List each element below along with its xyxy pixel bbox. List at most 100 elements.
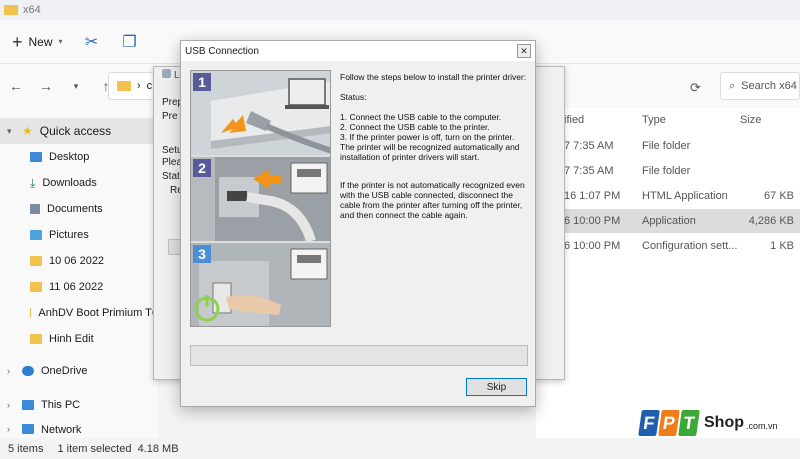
row-type: File folder xyxy=(642,165,691,177)
new-button[interactable]: + New ▾ xyxy=(12,33,63,51)
back-arrow-icon[interactable]: ← xyxy=(8,78,24,94)
column-header-type[interactable]: Type xyxy=(642,114,666,126)
fallback-text: If the printer is not automatically reco… xyxy=(340,180,525,220)
chevron-right-icon: › xyxy=(7,424,10,434)
sidebar-item-network[interactable]: › Network xyxy=(0,424,158,438)
history-chevron-icon[interactable]: ▾ xyxy=(68,81,84,92)
folder-icon xyxy=(30,334,42,344)
sidebar-item-onedrive[interactable]: › OneDrive xyxy=(0,358,158,384)
sidebar-item-pictures[interactable]: Pictures xyxy=(0,222,158,248)
table-row-selected[interactable]: 6 10:00 PM Application 4,286 KB xyxy=(536,209,800,233)
step-number-badge: 3 xyxy=(193,245,211,263)
step-2-panel: 2 xyxy=(191,157,330,241)
logo-domain-text: .com.vn xyxy=(746,421,778,431)
instructions-text: Follow the steps below to install the pr… xyxy=(340,72,530,230)
plus-icon: + xyxy=(12,31,23,52)
folder-icon xyxy=(4,5,18,15)
progress-bar xyxy=(190,345,528,366)
installer-line: Pre xyxy=(162,111,178,122)
picture-icon xyxy=(30,230,42,240)
fpt-shop-logo: F P T Shop .com.vn xyxy=(638,410,778,436)
chevron-right-icon: › xyxy=(7,366,10,376)
setup-illustration: 1 2 3 xyxy=(190,70,331,327)
sidebar-item-label: Quick access xyxy=(39,124,112,138)
sidebar-item-hinh-edit[interactable]: Hinh Edit xyxy=(0,326,158,352)
row-date: 7 7:35 AM xyxy=(564,165,614,177)
sidebar-item-label: 10 06 2022 xyxy=(49,255,105,267)
column-header-modified[interactable]: ified xyxy=(564,114,584,126)
status-bar: 5 items 1 item selected 4.18 MB xyxy=(0,438,800,459)
sidebar-item-label: Hinh Edit xyxy=(49,333,94,345)
sidebar-item-label: Pictures xyxy=(49,229,89,241)
logo-letter: P xyxy=(658,410,680,436)
chevron-down-icon: ▾ xyxy=(7,125,12,136)
row-type: Configuration sett... xyxy=(642,240,738,252)
table-row[interactable]: 7 7:35 AM File folder xyxy=(536,134,800,158)
row-size: 1 KB xyxy=(770,240,794,252)
star-icon: ★ xyxy=(22,124,33,138)
sidebar-item-label: AnhDV Boot Primium T6 xyxy=(38,307,158,319)
search-input[interactable]: ⌕ Search x64 xyxy=(720,72,800,100)
table-row[interactable]: 6 10:00 PM Configuration sett... 1 KB xyxy=(536,234,800,258)
window-titlebar: x64 xyxy=(0,0,800,20)
window-title: x64 xyxy=(23,4,41,16)
step-3-panel: 3 xyxy=(191,243,330,326)
cut-icon[interactable]: ✂ xyxy=(83,33,101,51)
installer-title: Li xyxy=(162,69,182,81)
sidebar-item-label: Downloads xyxy=(42,177,97,189)
row-type: HTML Application xyxy=(642,190,728,202)
intro-text: Follow the steps below to install the pr… xyxy=(340,72,527,82)
sidebar-item-folder-10-06-2022[interactable]: 10 06 2022 xyxy=(0,248,158,274)
status-label: Status: xyxy=(340,92,367,102)
sidebar-item-desktop[interactable]: Desktop xyxy=(0,144,158,170)
forward-arrow-icon[interactable]: → xyxy=(38,78,54,94)
navigation-pane: ▾ ★ Quick access Desktop ⤓ Downloads Doc… xyxy=(0,108,158,438)
sidebar-item-this-pc[interactable]: › This PC xyxy=(0,392,158,418)
refresh-icon[interactable]: ⟳ xyxy=(690,80,701,96)
row-type: Application xyxy=(642,215,696,227)
breadcrumb: c xyxy=(146,80,153,92)
table-row[interactable]: 16 1:07 PM HTML Application 67 KB xyxy=(536,184,800,208)
step-2-text: 2. Connect the USB cable to the printer. xyxy=(340,122,490,132)
skip-button[interactable]: Skip xyxy=(466,378,527,396)
sidebar-item-quick-access[interactable]: ▾ ★ Quick access xyxy=(0,118,158,144)
steps-block: 1. Connect the USB cable to the computer… xyxy=(340,112,530,162)
sidebar-item-label: 11 06 2022 xyxy=(49,281,104,293)
installer-line: Plea xyxy=(162,157,183,168)
step-number-badge: 1 xyxy=(193,73,211,91)
file-list: ified Type Size 7 7:35 AM File folder 7 … xyxy=(536,108,800,438)
document-icon xyxy=(30,204,40,214)
sidebar-item-documents[interactable]: Documents xyxy=(0,196,158,222)
row-date: 6 10:00 PM xyxy=(564,215,621,227)
sidebar-item-label: OneDrive xyxy=(41,365,88,377)
sidebar-item-downloads[interactable]: ⤓ Downloads xyxy=(0,170,158,196)
folder-icon xyxy=(30,308,32,318)
close-icon[interactable]: ✕ xyxy=(517,44,531,58)
step-1-panel: 1 xyxy=(191,71,330,155)
folder-icon xyxy=(117,81,131,91)
chevron-right-icon: › xyxy=(7,400,10,410)
fpt-letters: F P T xyxy=(638,410,700,436)
cloud-icon xyxy=(22,366,34,376)
network-icon xyxy=(22,424,34,434)
power-on-illustration xyxy=(191,243,330,326)
download-icon: ⤓ xyxy=(30,175,36,190)
sidebar-item-label: Network xyxy=(41,424,82,436)
sidebar-item-folder-11-06-2022[interactable]: 11 06 2022 xyxy=(0,274,158,300)
row-type: File folder xyxy=(642,140,691,152)
breadcrumb-separator: › xyxy=(137,80,141,92)
sidebar-item-anhdv-boot[interactable]: AnhDV Boot Primium T6 xyxy=(0,300,158,326)
search-placeholder: Search x64 xyxy=(741,80,797,92)
copy-icon[interactable]: ❐ xyxy=(121,33,139,51)
logo-shop-text: Shop xyxy=(704,414,744,431)
auto-recognize-text: The printer will be recognized automatic… xyxy=(340,142,520,162)
installer-app-icon xyxy=(162,69,171,78)
computer-icon xyxy=(22,400,34,410)
folder-icon xyxy=(30,256,42,266)
row-size: 67 KB xyxy=(764,190,794,202)
table-row[interactable]: 7 7:35 AM File folder xyxy=(536,159,800,183)
step-1-text: 1. Connect the USB cable to the computer… xyxy=(340,112,502,122)
column-header-size[interactable]: Size xyxy=(740,114,761,126)
row-date: 6 10:00 PM xyxy=(564,240,621,252)
selection-info: 1 item selected 4.18 MB xyxy=(57,442,179,455)
